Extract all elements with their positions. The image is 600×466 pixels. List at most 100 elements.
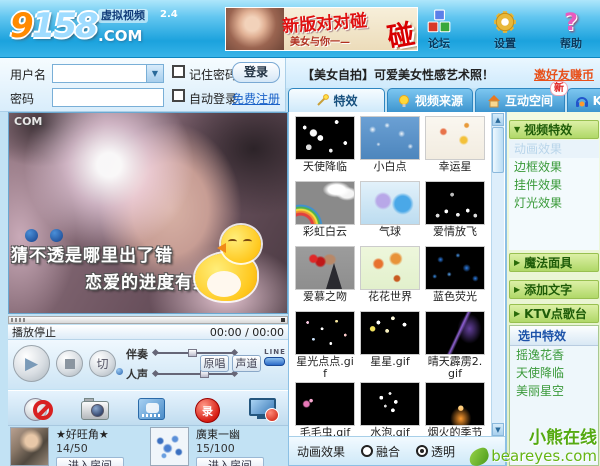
effect-thumbnail[interactable]	[295, 246, 355, 290]
tab-ktv-label: KTV	[593, 94, 600, 108]
playback-progress-bar[interactable]	[8, 316, 288, 324]
sidebar-section-magic-mask[interactable]: ▶ 魔法面具	[509, 253, 599, 272]
scrollbar-thumb[interactable]	[492, 127, 504, 173]
selected-effect-item[interactable]: 美丽星空	[510, 382, 598, 400]
enter-room-button[interactable]: 进入房间	[56, 457, 124, 466]
effect-item[interactable]: 幸运星	[425, 116, 485, 173]
disable-webcam-button[interactable]	[22, 393, 56, 425]
chevron-down-icon[interactable]: ▼	[146, 65, 163, 82]
app-logo: 9158 虚拟视频 2.4 .COM	[10, 4, 225, 54]
sidebar-item-border-effects[interactable]: 边框效果	[509, 158, 599, 176]
sidebar-section-add-text[interactable]: ▶ 添加文字	[509, 280, 599, 299]
autologin-checkbox[interactable]	[172, 89, 185, 102]
effect-item[interactable]: 天使降临	[295, 116, 355, 173]
effect-thumbnail[interactable]	[425, 311, 485, 355]
switch-button[interactable]: 切	[89, 350, 116, 377]
password-input[interactable]	[52, 88, 164, 107]
effect-thumbnail[interactable]	[295, 116, 355, 160]
free-register-link[interactable]: 免费注册	[232, 90, 280, 107]
new-badge: 新	[550, 81, 568, 96]
tab-effects[interactable]: 特效	[288, 88, 385, 112]
scroll-up-icon[interactable]: ▲	[492, 113, 504, 126]
accompaniment-slider-handle[interactable]	[188, 349, 197, 357]
effect-item[interactable]: 小白点	[360, 116, 420, 173]
effect-thumbnail[interactable]	[360, 181, 420, 225]
snapshot-button[interactable]	[78, 393, 112, 425]
line-in-toggle[interactable]: LINE	[264, 348, 286, 366]
accompaniment-slider[interactable]	[156, 352, 234, 354]
tab-video-source[interactable]: 视频来源	[387, 88, 473, 112]
progress-handle[interactable]	[281, 318, 285, 322]
karaoke-lyric-line1: 猜不透是哪里出了错	[11, 241, 173, 266]
effect-item[interactable]: 花花世界	[360, 246, 420, 303]
effect-thumbnail[interactable]	[360, 116, 420, 160]
tab-ktv[interactable]: KTV	[567, 88, 600, 112]
effect-thumbnail[interactable]	[295, 181, 355, 225]
effect-item[interactable]: 蓝色荧光	[425, 246, 485, 303]
radio-selected-icon[interactable]	[416, 445, 428, 457]
tab-interactive-space[interactable]: 互动空间 新	[475, 88, 565, 112]
webcam-video-area[interactable]: COM 猜不透是哪里出了错 恋爱的进度有些落后	[8, 112, 288, 314]
player-controls: ▶ 切 伴奏 人声 原唱 声道 LINE	[8, 340, 288, 389]
effect-thumbnail[interactable]	[425, 246, 485, 290]
section-label: 魔法面具	[524, 254, 572, 271]
nav-help-label: 帮助	[550, 35, 592, 51]
remember-password-checkbox[interactable]	[172, 65, 185, 78]
ad-big-char: 碰	[384, 12, 417, 51]
invite-friends-link[interactable]: 邀好友赚币	[534, 66, 594, 83]
effect-item[interactable]: 爱慕之吻	[295, 246, 355, 303]
effect-thumbnail[interactable]	[360, 246, 420, 290]
sidebar-section-ktv[interactable]: ▶ KTV点歌台	[509, 304, 599, 323]
effect-item[interactable]: 星光点点.gif	[295, 311, 355, 380]
nav-help-button[interactable]: ? 帮助	[550, 8, 592, 51]
effect-thumbnail[interactable]	[425, 116, 485, 160]
username-label: 用户名	[10, 66, 46, 83]
ad-banner[interactable]: 新版对对碰 美女与你一— 碰	[225, 7, 418, 51]
effect-item[interactable]: 爱情放飞	[425, 181, 485, 238]
play-button[interactable]: ▶	[13, 345, 50, 382]
screen-share-button[interactable]	[246, 393, 280, 425]
sidebar-item-pendant-effects[interactable]: 挂件效果	[509, 176, 599, 194]
effect-item[interactable]: 气球	[360, 181, 420, 238]
enter-room-button[interactable]: 进入房间	[196, 457, 264, 466]
channel-button[interactable]: 声道	[232, 355, 261, 372]
effects-scrollbar[interactable]: ▲ ▼	[491, 113, 504, 436]
radio-unselected-icon[interactable]	[361, 445, 373, 457]
selected-effect-item[interactable]: 摇逸花香	[510, 346, 598, 364]
effect-label: 爱情放飞	[425, 226, 485, 238]
sidebar-item-animation-effects[interactable]: 动画效果	[509, 140, 599, 158]
logo-9: 9	[10, 6, 32, 46]
transparent-mode-option[interactable]: 透明	[416, 443, 455, 460]
sidebar-section-video-effects[interactable]: ▼ 视频特效	[509, 120, 599, 139]
video-card-button[interactable]	[134, 393, 168, 425]
record-button[interactable]: 录	[190, 393, 224, 425]
effect-thumbnail[interactable]	[295, 311, 355, 355]
effect-thumbnail[interactable]	[360, 382, 420, 426]
room-thumbnail[interactable]	[150, 427, 189, 466]
effect-thumbnail[interactable]	[360, 311, 420, 355]
selected-effect-item[interactable]: 天使降临	[510, 364, 598, 382]
original-vocal-button[interactable]: 原唱	[200, 355, 229, 372]
triangle-down-icon: ▼	[514, 125, 520, 134]
effect-item[interactable]: 毛毛虫.gif	[295, 382, 355, 439]
effect-thumbnail[interactable]	[425, 181, 485, 225]
username-input[interactable]: ▼	[52, 64, 164, 83]
logo-number: 9158	[10, 6, 97, 46]
logo-subtitle: 虚拟视频	[98, 9, 148, 23]
blend-mode-label: 融合	[376, 443, 400, 460]
effect-item[interactable]: 水泡.gif	[360, 382, 420, 439]
effect-item[interactable]: 晴天霹雳2.gif	[425, 311, 485, 380]
effect-item[interactable]: 星星.gif	[360, 311, 420, 368]
room-thumbnail[interactable]	[10, 427, 49, 466]
nav-settings-button[interactable]: 设置	[484, 8, 526, 51]
sidebar-item-light-effects[interactable]: 灯光效果	[509, 194, 599, 212]
vocal-slider[interactable]	[156, 373, 234, 375]
login-button[interactable]: 登录	[232, 62, 280, 83]
nav-forum-button[interactable]: 论坛	[418, 8, 460, 51]
effect-item[interactable]: 彩虹白云	[295, 181, 355, 238]
blend-mode-option[interactable]: 融合	[361, 443, 400, 460]
effect-thumbnail[interactable]	[425, 382, 485, 426]
progress-grip[interactable]	[11, 318, 26, 322]
effect-thumbnail[interactable]	[295, 382, 355, 426]
stop-button[interactable]	[56, 350, 83, 377]
